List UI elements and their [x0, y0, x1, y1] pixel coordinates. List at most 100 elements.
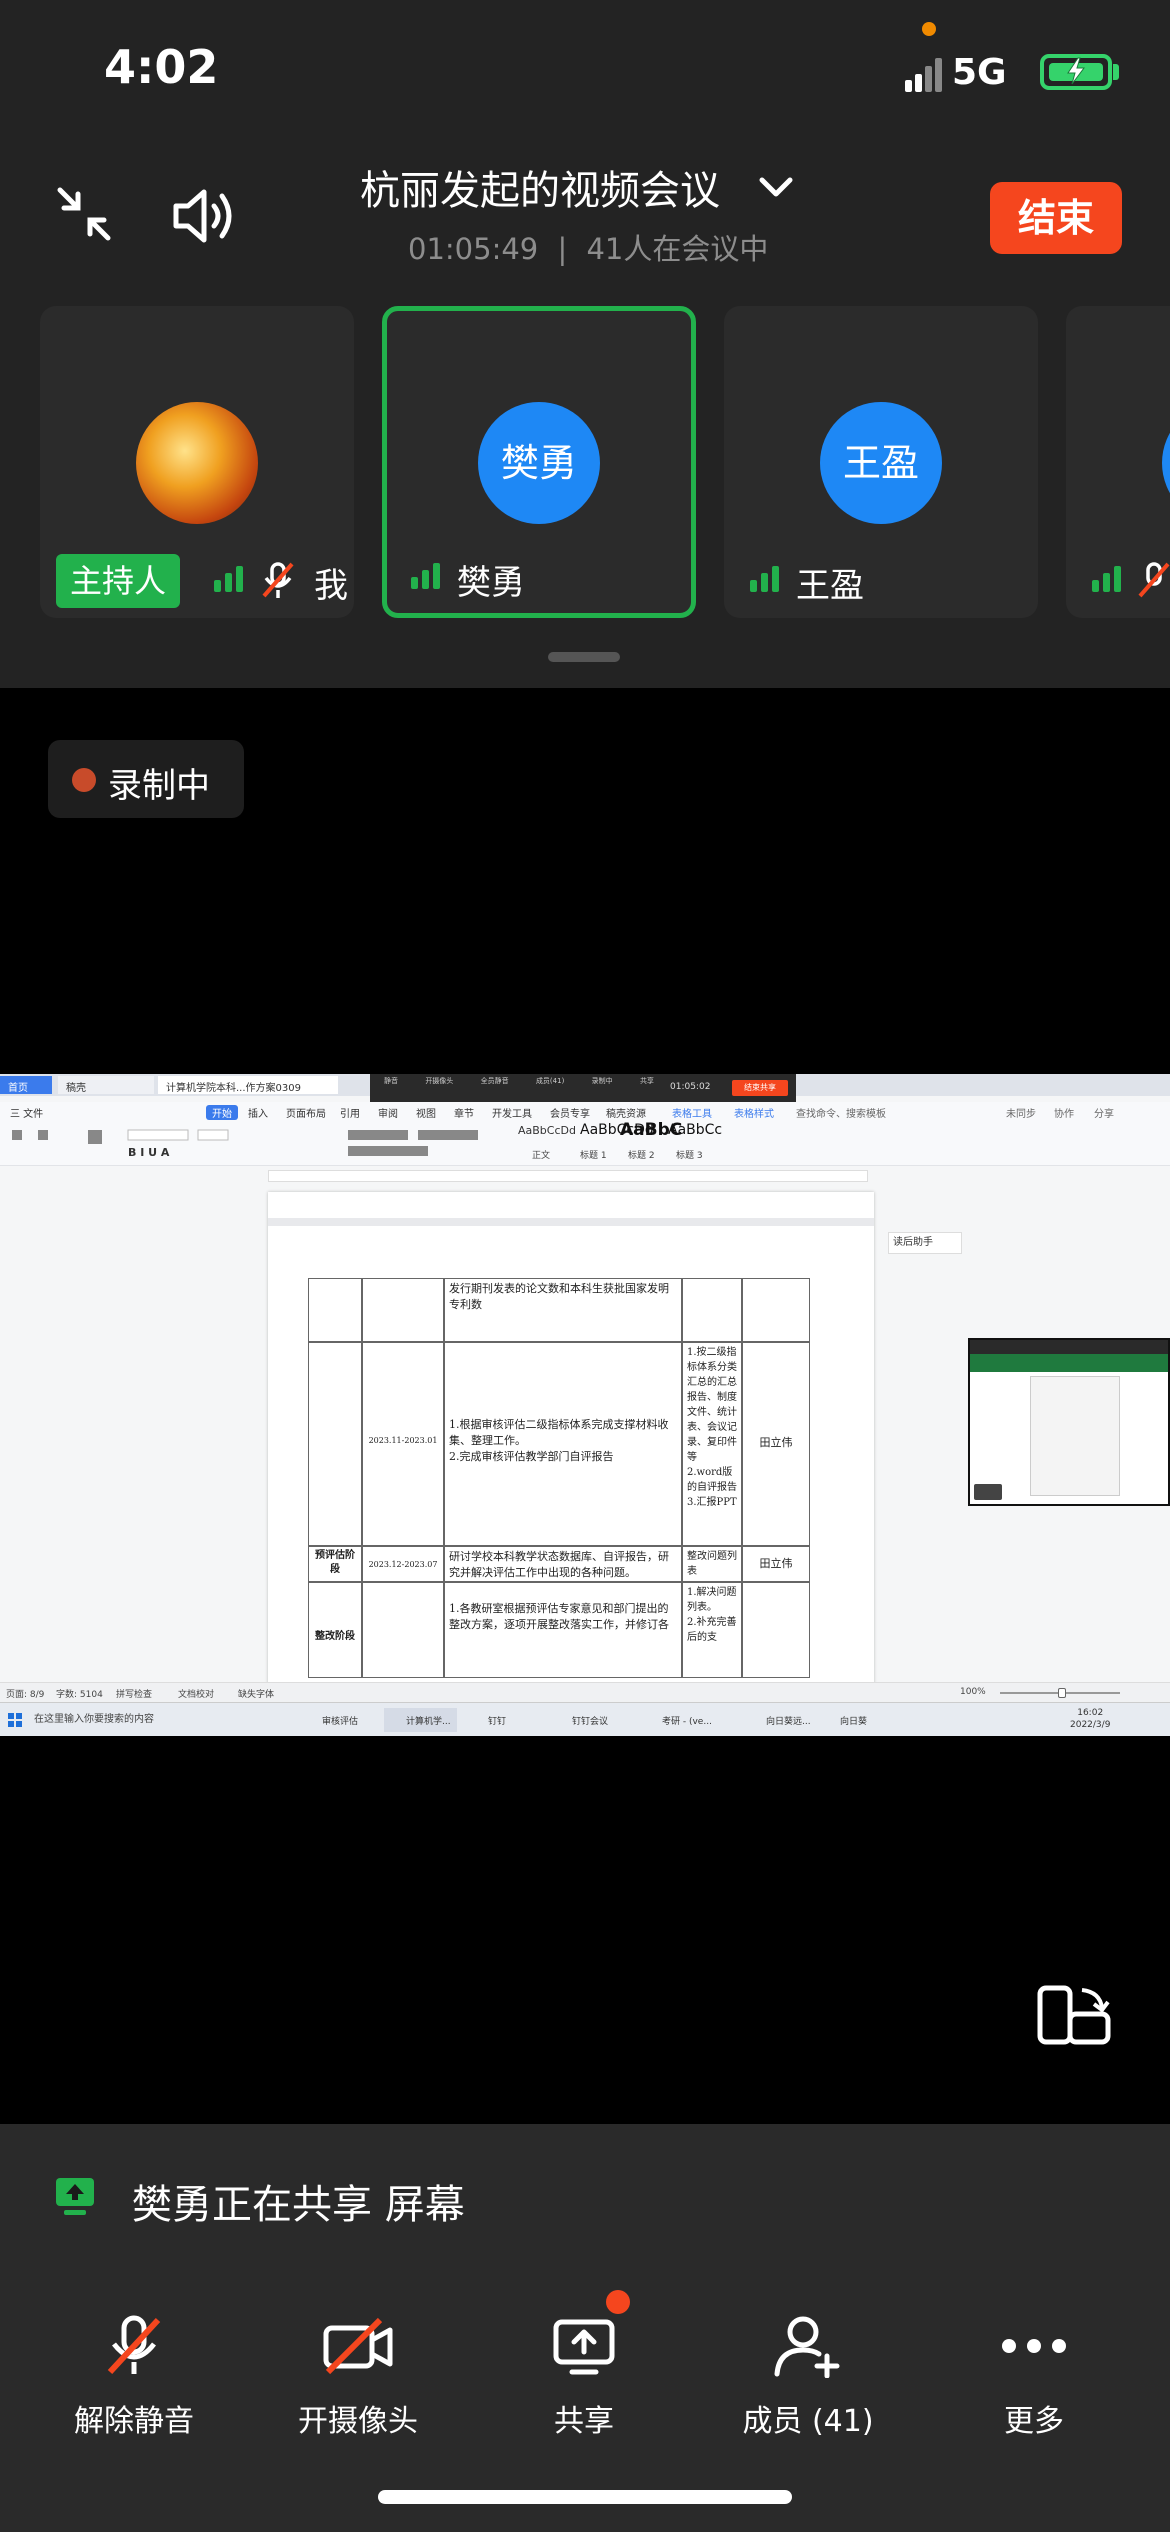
members-button[interactable]: 成员 (41) — [718, 2314, 898, 2440]
zoom-level: 100% — [960, 1687, 986, 1697]
doc-proofread: 文档校对 — [178, 1690, 215, 1700]
table-cell: 1.各教研室根据预评估专家意见和部门提出的整改方案，逐项开展整改落实工作，并修订… — [444, 1582, 682, 1678]
members-label: 成员 (41) — [742, 2404, 874, 2439]
avatar: 樊勇 — [478, 402, 600, 524]
menu-item: 表格工具 — [672, 1109, 712, 1120]
recording-label: 录制中 — [108, 766, 210, 806]
meeting-subtitle: 01:05:49 | 41人在会议中 — [408, 226, 768, 268]
app-menu-bar: 三 文件 开始 插入 页面布局 引用 审阅 视图 章节 开发工具 会员专享 稿壳… — [0, 1102, 1170, 1120]
audio-level-icon — [1092, 566, 1121, 592]
style-name: 标题 3 — [676, 1151, 703, 1161]
meeting-duration: 01:05:49 — [408, 232, 539, 266]
table-cell: 2023.12-2023.07 — [362, 1546, 444, 1582]
table-cell: 田立伟 — [742, 1546, 810, 1582]
windows-start-icon — [8, 1713, 22, 1727]
table-cell — [308, 1342, 362, 1546]
clock-time: 16:02 — [1077, 1708, 1104, 1718]
bottom-control-panel: 樊勇正在共享 屏幕 解除静音 开摄像头 共享 成员 (41) 更多 — [0, 2124, 1170, 2532]
minimize-icon[interactable] — [56, 186, 112, 242]
table-cell: 发行期刊发表的论文数和本科生获批国家发明专利数 — [444, 1278, 682, 1342]
page-indicator: 页面: 8/9 — [6, 1690, 45, 1700]
menu-item: 开发工具 — [492, 1109, 532, 1120]
preview-mic-indicator — [974, 1484, 1002, 1500]
mic-muted-icon — [262, 562, 294, 598]
toolbar-item: 静音 — [384, 1077, 398, 1085]
mic-muted-icon — [1138, 562, 1170, 598]
meeting-top-area: 4:02 5G 杭丽发起的视频会议 01:05:49 | 41人在会议中 结束 … — [0, 0, 1170, 688]
taskbar-item: 计算机学... — [384, 1708, 457, 1732]
zoom-slider-handle — [1058, 1688, 1066, 1698]
toolbar-item: 录制中 — [591, 1077, 613, 1085]
table-cell: 1.按二级指标体系分类汇总的汇总报告、制度文件、统计表、会议记录、复印件等 2.… — [682, 1342, 742, 1546]
recording-indicator: 录制中 — [48, 740, 244, 818]
tab-home: 首页 — [0, 1076, 52, 1094]
ribbon-toolbar: B I U A AaBbCcDd AaBbCcDd AaBbC AaBbCc 正… — [0, 1120, 1170, 1166]
audio-level-icon — [750, 566, 779, 592]
screen-share-status-icon — [56, 2178, 94, 2215]
table-cell: 1.解决问题列表。 2.补充完善后的支 — [682, 1582, 742, 1678]
audio-level-icon — [411, 563, 440, 589]
avatar — [136, 402, 258, 524]
table-cell — [362, 1278, 444, 1342]
menu-item: 视图 — [416, 1109, 436, 1120]
participant-name: 樊勇 — [457, 563, 525, 603]
missing-fonts: 缺失字体 — [238, 1690, 275, 1700]
table-cell — [308, 1278, 362, 1342]
end-meeting-button[interactable]: 结束 — [990, 182, 1122, 254]
rotate-screen-icon[interactable] — [1036, 1984, 1112, 2046]
more-icon — [1002, 2339, 1066, 2353]
participant-tile-partial[interactable] — [1066, 306, 1170, 618]
clock-date: 2022/3/9 — [1070, 1720, 1111, 1730]
avatar — [1162, 402, 1170, 524]
menu-item-active: 开始 — [206, 1105, 238, 1120]
spell-check: 拼写检查 — [116, 1690, 153, 1700]
document-page: 发行期刊发表的论文数和本科生获批国家发明专利数 2023.11-2023.01 … — [268, 1192, 874, 1704]
menu-item: 章节 — [454, 1109, 474, 1120]
table-cell — [362, 1582, 444, 1678]
camera-off-icon — [323, 2317, 393, 2375]
camera-button[interactable]: 开摄像头 — [268, 2314, 448, 2440]
toolbar-item: 成员(41) — [535, 1077, 565, 1085]
home-indicator[interactable] — [378, 2490, 792, 2504]
recording-dot-icon — [72, 768, 96, 792]
menu-item: 页面布局 — [286, 1109, 326, 1120]
word-count: 字数: 5104 — [56, 1690, 103, 1700]
style-name: 标题 1 — [580, 1151, 607, 1161]
participant-tile-fanyong[interactable]: 樊勇 樊勇 — [382, 306, 696, 618]
ribbon-tools-icon: B I U A — [12, 1129, 478, 1159]
collab-button: 协作 — [1054, 1109, 1074, 1120]
add-member-icon — [774, 2316, 840, 2378]
taskbar-search: 在这里输入你要搜索的内容 — [34, 1714, 154, 1725]
meeting-title[interactable]: 杭丽发起的视频会议 — [360, 158, 760, 216]
speaker-icon[interactable] — [170, 186, 240, 246]
unmute-button[interactable]: 解除静音 — [44, 2314, 224, 2440]
remote-meeting-toolbar: 静音 开摄像头 全员静音 成员(41) 录制中 共享 01:05:02 结束共享 — [370, 1074, 796, 1102]
unmute-label: 解除静音 — [74, 2404, 194, 2439]
cellular-signal-icon — [905, 58, 942, 92]
ruler — [268, 1170, 868, 1182]
style-sample: AaBbCc — [668, 1122, 723, 1138]
page-break — [268, 1192, 874, 1226]
participant-tile-self[interactable]: 主持人 我 — [40, 306, 354, 618]
more-button[interactable]: 更多 — [944, 2314, 1124, 2440]
network-type: 5G — [952, 52, 1007, 93]
picture-in-picture-preview — [968, 1338, 1170, 1506]
share-button[interactable]: 共享 — [494, 2290, 674, 2440]
chevron-down-icon[interactable] — [756, 168, 796, 208]
subtitle-separator: | — [557, 232, 568, 266]
preview-page — [1030, 1376, 1120, 1496]
table-cell — [742, 1582, 810, 1678]
document-table: 发行期刊发表的论文数和本科生获批国家发明专利数 2023.11-2023.01 … — [308, 1278, 810, 1678]
share-label: 共享 — [554, 2404, 614, 2439]
tab-wps: 稿壳 — [58, 1076, 154, 1094]
menu-item: 表格样式 — [734, 1109, 774, 1120]
menu-item: 插入 — [248, 1109, 268, 1120]
shared-screen[interactable]: 首页 稿壳 计算机学院本科...作方案0309 静音 开摄像头 全员静音 成员(… — [0, 1074, 1170, 1736]
participant-tile-wangying[interactable]: 王盈 王盈 — [724, 306, 1038, 618]
host-badge: 主持人 — [56, 554, 181, 608]
drag-handle[interactable] — [548, 652, 620, 662]
style-sample: AaBbCcDd — [518, 1124, 576, 1137]
share-doc-button: 分享 — [1094, 1109, 1114, 1120]
table-cell: 研讨学校本科教学状态数据库、自评报告，研究并解决评估工作中出现的各种问题。 — [444, 1546, 682, 1582]
preview-ribbon — [970, 1354, 1168, 1372]
